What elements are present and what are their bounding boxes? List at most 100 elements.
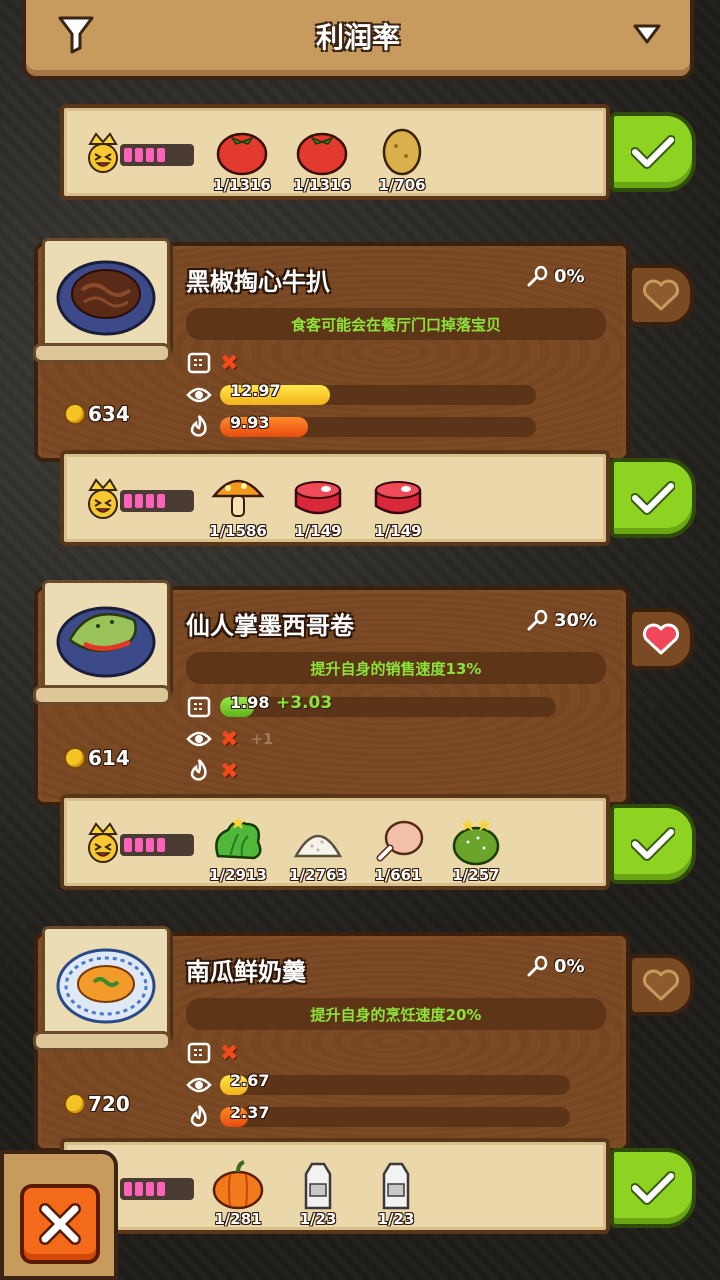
cook-value: 9.93 (230, 413, 270, 432)
coin-icon (64, 747, 86, 769)
dish-price: 614 (64, 746, 130, 770)
ingredient-item[interactable]: 1/1316 (282, 126, 362, 194)
heart-filled-icon (643, 623, 679, 655)
stat-unavailable-mark: ✖ (220, 1040, 239, 1066)
popularity-value: 0% (526, 265, 585, 288)
pumpkin-icon (212, 1160, 264, 1210)
confirm-button[interactable] (610, 458, 696, 538)
ingredient-count: 1/23 (377, 1210, 415, 1228)
cook-value: 2.37 (230, 1103, 270, 1122)
checkmark-icon (631, 481, 675, 515)
favorite-button[interactable] (628, 608, 694, 670)
flame-icon (190, 759, 207, 781)
dish-image[interactable] (33, 580, 171, 705)
stat-cook: 2.37 (186, 1103, 570, 1130)
stat-appeal: ✖ +1 (186, 726, 273, 752)
milk-carton-icon (382, 1162, 410, 1210)
steak-dish-image (56, 260, 156, 336)
heart-outline-icon (643, 969, 679, 1001)
lettuce-icon (215, 816, 262, 860)
ingredient-count: 1/281 (214, 1210, 262, 1228)
favorite-button[interactable] (628, 264, 694, 326)
close-panel (0, 1150, 118, 1280)
ingredient-strip: 1/1586 1/149 1/149 (60, 450, 610, 546)
header-bar: 利润率 (22, 0, 694, 80)
chicken-leg-icon (376, 820, 424, 862)
ingredient-strip: 1/2913 1/2763 1/661 1/257 (60, 794, 610, 890)
cactus-icon (452, 818, 500, 866)
stat-appeal: 2.67 (186, 1071, 570, 1098)
dish-image[interactable] (33, 238, 171, 363)
dish-effect: 提升自身的销售速度13% (186, 652, 606, 684)
ingredient-count: 1/149 (374, 522, 422, 540)
dish-price: 634 (64, 402, 130, 426)
dish-image[interactable] (33, 926, 171, 1051)
taco-dish-image (56, 606, 156, 678)
ingredient-item[interactable]: 1/281 (198, 1160, 278, 1228)
coin-icon (64, 1093, 86, 1115)
tomato-icon (216, 132, 268, 176)
ingredient-item[interactable]: 1/149 (278, 472, 358, 540)
ingredient-count: 1/257 (452, 866, 500, 884)
cook-bar: 2.37 (220, 1103, 570, 1127)
steak-icon (374, 481, 422, 515)
ingredient-item[interactable]: 1/149 (358, 472, 438, 540)
stat-speed: 1.98 +3.03 (186, 693, 556, 720)
ingredient-count: 1/2763 (289, 866, 347, 884)
ingredient-count: 1/1586 (209, 522, 267, 540)
speed-value: 1.98 (230, 693, 270, 712)
dropdown-icon[interactable] (632, 22, 662, 46)
pumpkin-soup-image (56, 948, 156, 1024)
chef-level-bar (120, 490, 194, 512)
ingredient-item[interactable]: 1/257 (436, 816, 516, 884)
ingredient-item[interactable]: 1/1316 (202, 126, 282, 194)
stat-cook: ✖ (186, 758, 238, 784)
stat-unavailable-mark: ✖ (220, 726, 239, 752)
chef-face-icon (88, 478, 118, 519)
ingredient-count: 1/661 (374, 866, 422, 884)
ingredient-strip-top: 1/1316 1/1316 1/706 (60, 104, 610, 200)
popularity-value: 30% (526, 609, 597, 632)
confirm-button[interactable] (610, 804, 696, 884)
dish-effect: 食客可能会在餐厅门口掉落宝贝 (186, 308, 606, 340)
stat-speed: ✖ (186, 350, 238, 376)
stat-speed: ✖ (186, 1040, 238, 1066)
checkmark-icon (631, 827, 675, 861)
checkmark-icon (631, 135, 675, 169)
register-icon (187, 696, 211, 718)
register-icon (187, 1042, 211, 1064)
ingredient-count: 1/149 (294, 522, 342, 540)
dish-name: 黑椒掏心牛扒 (186, 268, 330, 296)
ingredient-item[interactable]: 1/706 (362, 126, 442, 194)
confirm-button[interactable] (610, 1148, 696, 1228)
dish-name: 南瓜鲜奶羹 (186, 958, 306, 986)
chef-level-bar (120, 1178, 194, 1200)
ingredient-item[interactable]: 1/23 (278, 1160, 358, 1228)
ingredient-item[interactable]: 1/23 (356, 1160, 436, 1228)
mushroom-icon (211, 479, 265, 517)
eye-icon (186, 387, 212, 403)
ingredient-count: 1/1316 (293, 176, 351, 194)
spoon-icon (527, 609, 548, 631)
confirm-button[interactable] (610, 112, 696, 192)
ingredient-item[interactable]: 1/2913 (198, 816, 278, 884)
ingredient-item[interactable]: 1/2763 (278, 816, 358, 884)
cook-bar: 9.93 (220, 413, 536, 437)
ingredient-item[interactable]: 1/661 (358, 816, 438, 884)
favorite-button[interactable] (628, 954, 694, 1016)
ingredient-item[interactable]: 1/1586 (198, 472, 278, 540)
dish-name: 仙人掌墨西哥卷 (186, 612, 354, 640)
page-title: 利润率 (315, 21, 400, 54)
close-button[interactable] (20, 1184, 100, 1264)
appeal-plus: +1 (250, 730, 274, 748)
stat-unavailable-mark: ✖ (220, 350, 239, 376)
popularity-value: 0% (526, 955, 585, 978)
spoon-icon (527, 955, 548, 977)
dish-price: 720 (64, 1092, 130, 1116)
ingredient-count: 1/23 (299, 1210, 337, 1228)
appeal-bar: 2.67 (220, 1071, 570, 1095)
appeal-value: 12.97 (230, 381, 281, 400)
heart-outline-icon (643, 279, 679, 311)
flame-icon (190, 1105, 207, 1127)
stat-appeal: 12.97 (186, 381, 536, 408)
